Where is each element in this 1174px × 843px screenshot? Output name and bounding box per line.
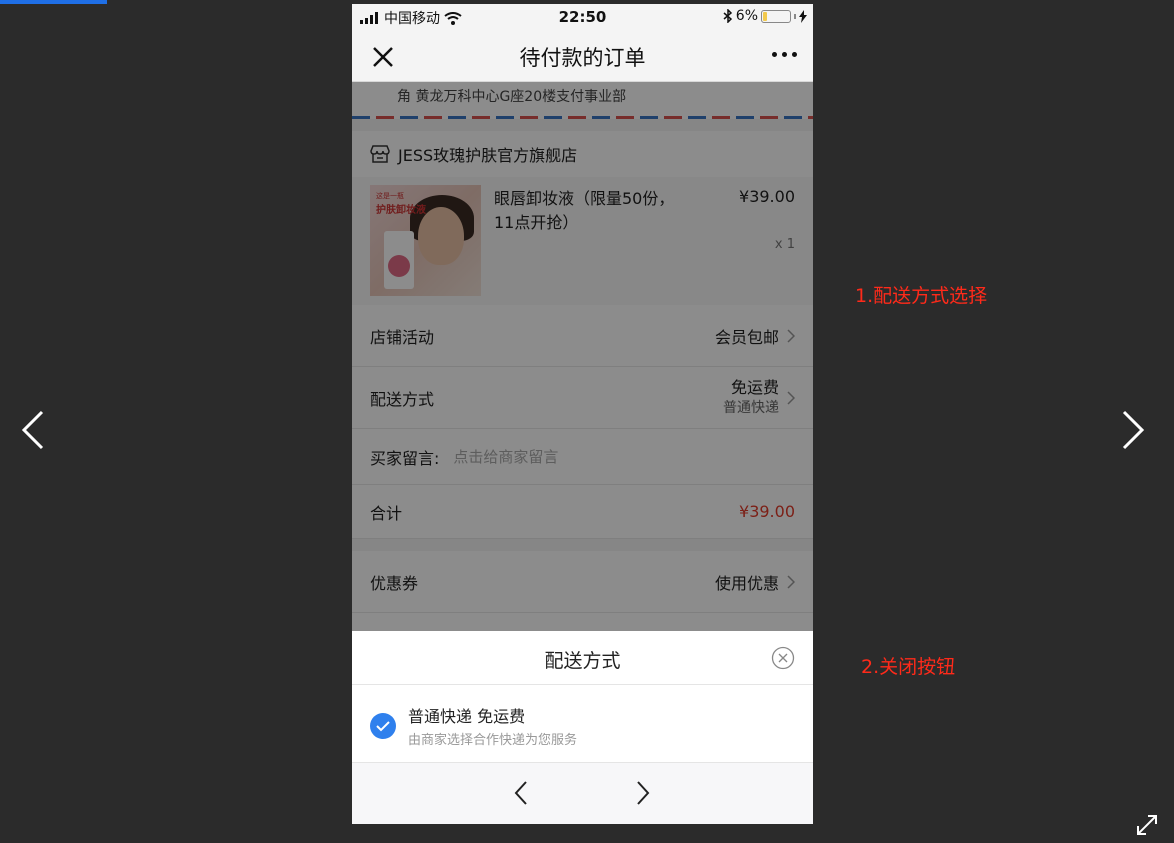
more-menu-button[interactable] bbox=[772, 52, 797, 57]
delivery-option-desc: 由商家选择合作快递为您服务 bbox=[408, 733, 578, 748]
checkmark-icon bbox=[370, 713, 396, 739]
browser-toolbar bbox=[352, 763, 813, 824]
viewer-prev-button[interactable] bbox=[14, 400, 54, 460]
more-dot-icon bbox=[792, 52, 797, 57]
sheet-title: 配送方式 bbox=[544, 650, 621, 672]
annotation-delivery-selection: 1.配送方式选择 bbox=[855, 285, 988, 307]
annotation-close-button: 2.关闭按钮 bbox=[861, 656, 956, 678]
forward-arrow-icon[interactable] bbox=[632, 779, 654, 807]
delivery-option-standard[interactable]: 普通快递 免运费 由商家选择合作快递为您服务 bbox=[352, 685, 813, 763]
phone-screen: 中国移动 22:50 6% 待付款的订单 角 黄龙万科中心G座20楼支付事业部 … bbox=[352, 4, 813, 824]
page-title: 待付款的订单 bbox=[519, 46, 646, 70]
more-dot-icon bbox=[782, 52, 787, 57]
expand-icon bbox=[1137, 815, 1157, 835]
back-arrow-icon[interactable] bbox=[510, 779, 532, 807]
title-bar: 待付款的订单 bbox=[352, 30, 813, 82]
battery-icon bbox=[761, 9, 791, 23]
modal-overlay[interactable] bbox=[352, 82, 813, 631]
delivery-option-title: 普通快递 免运费 bbox=[408, 707, 526, 726]
close-circle-icon[interactable] bbox=[771, 646, 795, 670]
bluetooth-icon bbox=[723, 9, 732, 23]
fullscreen-button[interactable] bbox=[1134, 812, 1160, 838]
chevron-right-icon bbox=[1122, 410, 1145, 450]
sheet-header: 配送方式 bbox=[352, 631, 813, 685]
battery-percent: 6% bbox=[735, 8, 758, 24]
chevron-left-icon bbox=[21, 410, 44, 450]
charging-icon bbox=[799, 9, 807, 23]
battery-cap bbox=[794, 13, 796, 19]
more-dot-icon bbox=[772, 52, 777, 57]
status-bar: 中国移动 22:50 6% bbox=[352, 4, 813, 30]
viewer-next-button[interactable] bbox=[1112, 400, 1152, 460]
delivery-method-sheet: 配送方式 普通快递 免运费 由商家选择合作快递为您服务 bbox=[352, 631, 813, 824]
viewer-progress-bar bbox=[0, 0, 107, 4]
